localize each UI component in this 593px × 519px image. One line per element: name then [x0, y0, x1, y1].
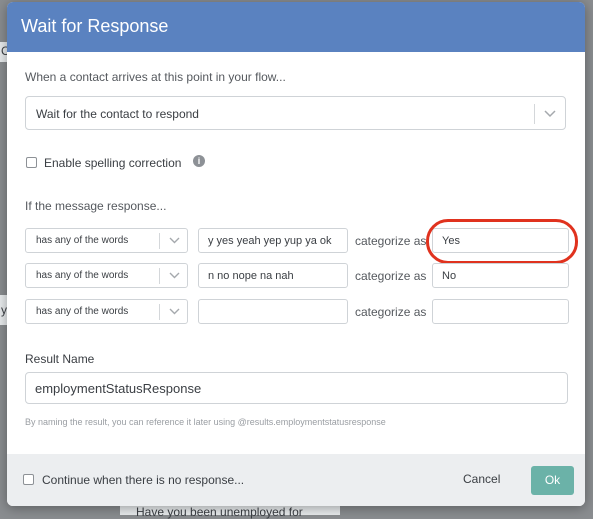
- spelling-correction-checkbox[interactable]: [26, 157, 37, 168]
- categorize-as-label: categorize as: [355, 305, 427, 319]
- select-separator: [159, 268, 160, 284]
- select-separator: [159, 304, 160, 320]
- background-tile: C: [0, 42, 10, 62]
- rule-operator-select[interactable]: has any of the words: [25, 228, 188, 253]
- chevron-down-icon[interactable]: [169, 308, 180, 315]
- result-name-input[interactable]: employmentStatusResponse: [25, 372, 568, 404]
- rule-arguments-input[interactable]: y yes yeah yep yup ya ok: [198, 228, 348, 253]
- cancel-button[interactable]: Cancel: [463, 472, 500, 486]
- rule-arguments-input[interactable]: [198, 299, 348, 324]
- highlight-ring: [426, 219, 578, 264]
- select-separator: [159, 233, 160, 249]
- result-name-label: Result Name: [25, 352, 95, 366]
- rule-arguments-input[interactable]: n no nope na nah: [198, 263, 348, 288]
- result-hint: By naming the result, you can reference …: [25, 417, 386, 427]
- categorize-as-label: categorize as: [355, 234, 427, 248]
- chevron-down-icon[interactable]: [169, 272, 180, 279]
- chevron-down-icon[interactable]: [169, 237, 180, 244]
- background-node-text: Have you been unemployed for: [136, 505, 303, 519]
- response-label: If the message response...: [25, 199, 167, 213]
- rule-operator-select[interactable]: has any of the words: [25, 263, 188, 288]
- categorize-as-label: categorize as: [355, 269, 427, 283]
- continue-no-response-label[interactable]: Continue when there is no response...: [42, 473, 244, 487]
- rule-category-input[interactable]: [432, 299, 569, 324]
- wait-mode-select[interactable]: Wait for the contact to respond: [25, 96, 566, 130]
- background-side-tile: y: [0, 295, 7, 325]
- info-icon[interactable]: i: [193, 155, 205, 167]
- rule-operator-value: has any of the words: [36, 270, 129, 281]
- background-node: Have you been unemployed for: [120, 505, 340, 519]
- rule-operator-value: has any of the words: [36, 306, 129, 317]
- arrival-label: When a contact arrives at this point in …: [25, 70, 286, 84]
- rule-operator-select[interactable]: has any of the words: [25, 299, 188, 324]
- wait-for-response-dialog: Wait for Response When a contact arrives…: [7, 2, 585, 506]
- continue-no-response-checkbox[interactable]: [23, 474, 34, 485]
- chevron-down-icon[interactable]: [544, 110, 556, 118]
- select-separator: [534, 104, 535, 124]
- dialog-header: Wait for Response: [7, 2, 585, 52]
- dialog-footer: Continue when there is no response... Ca…: [7, 454, 585, 506]
- ok-button[interactable]: Ok: [531, 466, 574, 495]
- rule-category-input[interactable]: No: [432, 263, 569, 288]
- spelling-correction-label[interactable]: Enable spelling correction: [44, 156, 181, 170]
- rule-operator-value: has any of the words: [36, 235, 129, 246]
- dialog-title: Wait for Response: [21, 16, 169, 36]
- wait-mode-value: Wait for the contact to respond: [36, 107, 199, 121]
